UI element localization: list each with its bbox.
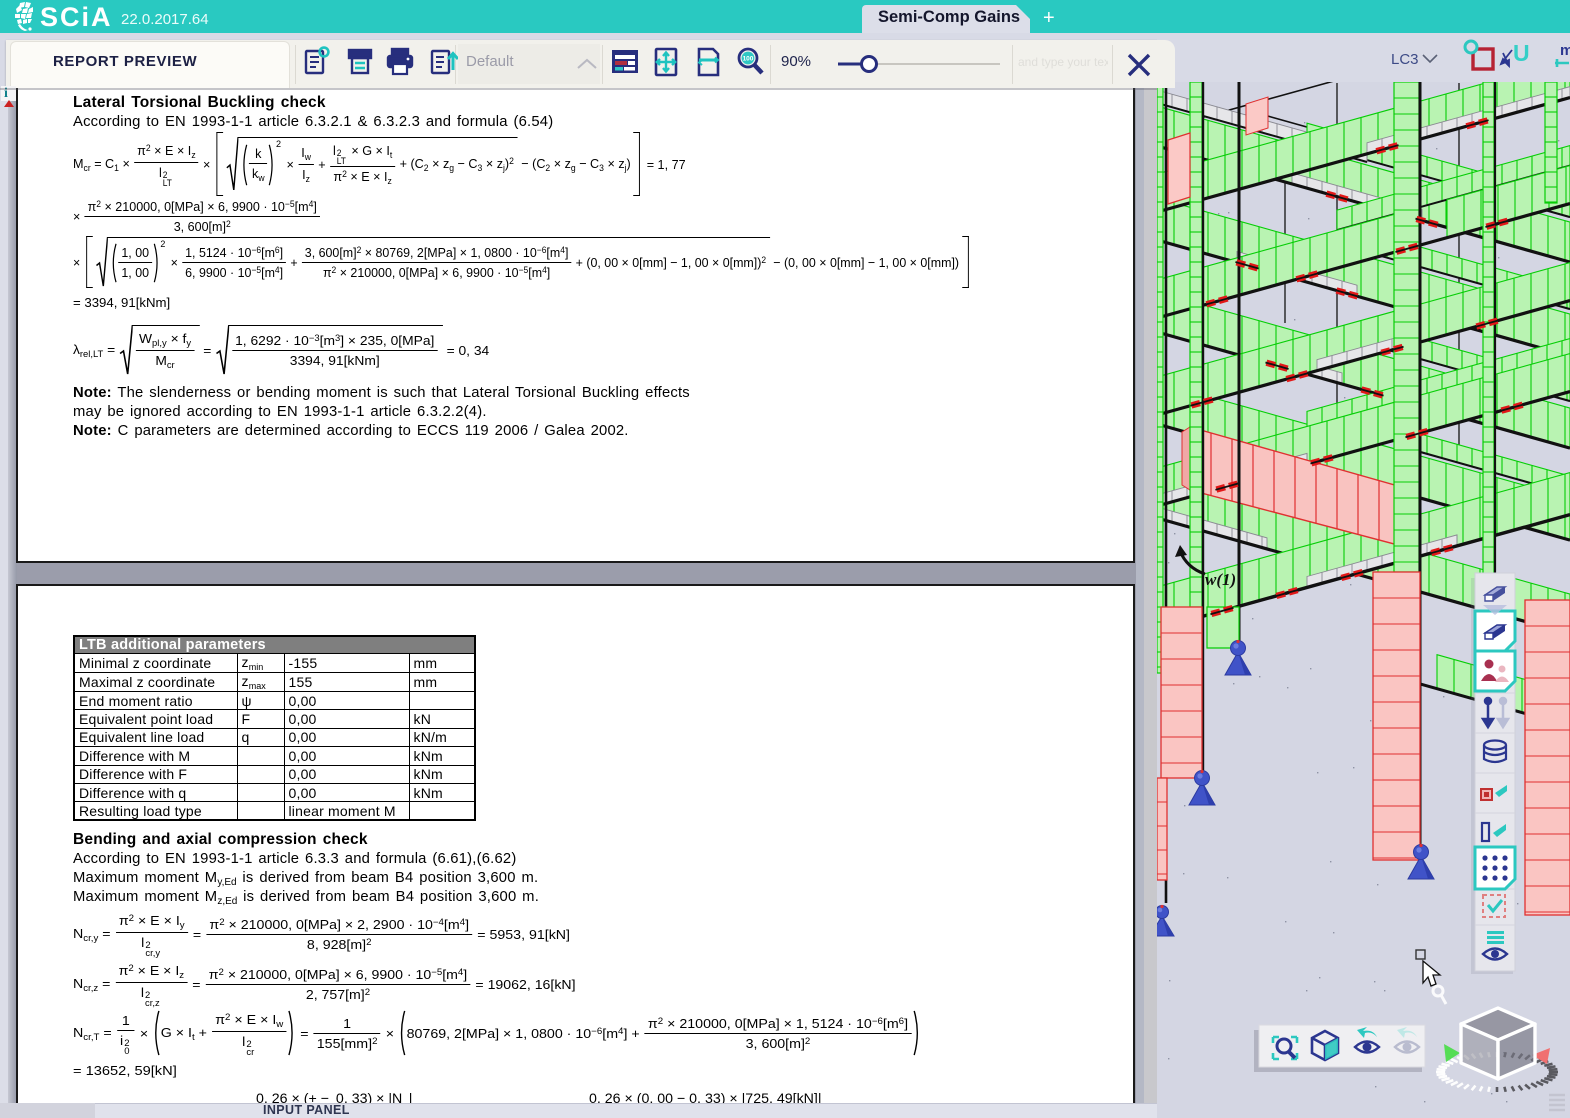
svg-text:U: U <box>1513 40 1530 66</box>
svg-text:m: m <box>1560 42 1570 59</box>
svg-text:w(1): w(1) <box>1205 570 1236 589</box>
svg-text:LC3: LC3 <box>1391 51 1419 68</box>
svg-text:100: 100 <box>743 56 754 63</box>
